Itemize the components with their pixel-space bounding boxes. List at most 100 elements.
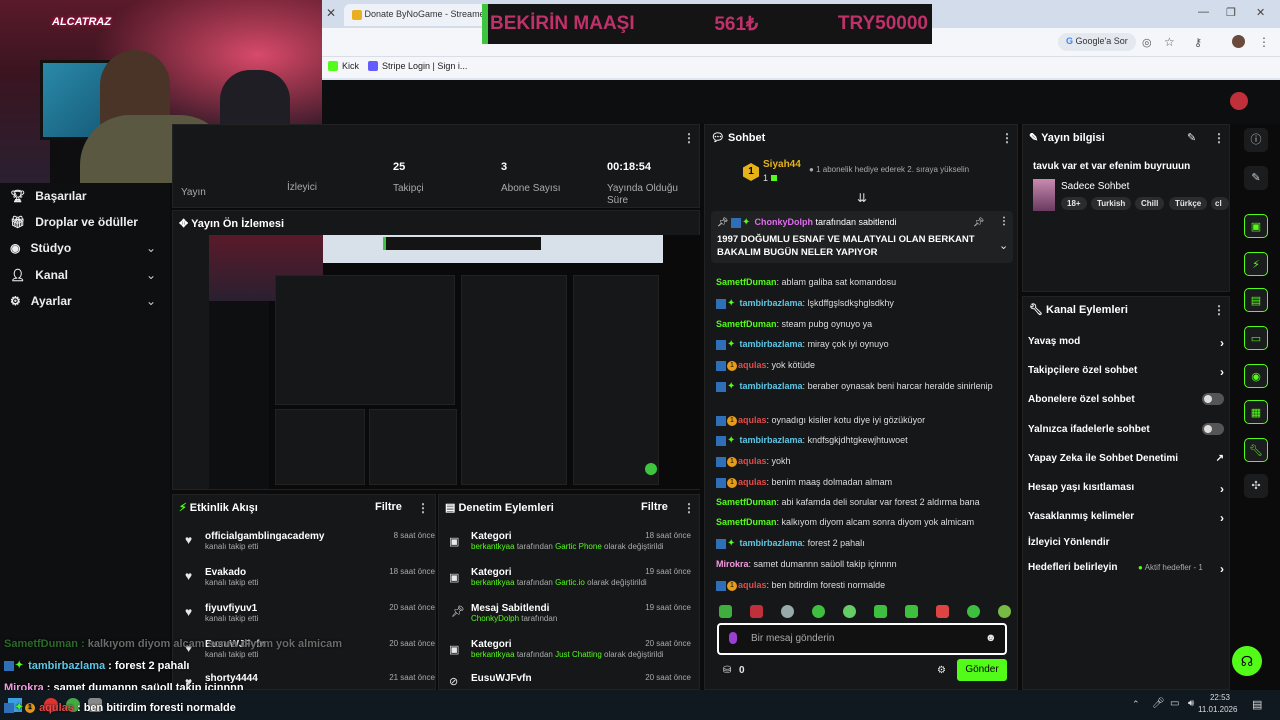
pen-icon[interactable]: ✎ <box>1244 166 1268 190</box>
tray-chevron-icon[interactable]: ⌃ <box>1132 699 1140 710</box>
emote-icon[interactable] <box>812 605 825 618</box>
maximize-icon[interactable]: ❐ <box>1226 6 1236 19</box>
volume-icon[interactable]: 🔊︎ <box>1188 698 1194 709</box>
chat-message[interactable]: 1 aqulas: ben bitirdim foresti normalde <box>716 579 1016 592</box>
chevron-down-icon[interactable]: ⌄ <box>999 239 1008 252</box>
emote-icon[interactable] <box>998 605 1011 618</box>
list-item[interactable]: ▣ Kategori berkantkyaa tarafından Just C… <box>449 639 691 659</box>
chat-message[interactable]: ✦ tambirbazlama: miray çok iyi oynuyo <box>716 338 1016 351</box>
chat-username[interactable]: tambirbazlama <box>740 381 803 391</box>
slow-mode-action[interactable]: Yavaş mod › <box>1028 336 1224 350</box>
list-item[interactable]: ▣ Kategori berkantkyaa tarafından Gartic… <box>449 567 691 587</box>
account-age-action[interactable]: Hesap yaşı kısıtlaması › <box>1028 482 1224 496</box>
chat-message[interactable]: 1 aqulas: yok kötüde <box>716 359 1016 372</box>
chevron-down-icon[interactable]: ⌄ <box>146 241 156 255</box>
chat-username[interactable]: SametfDuman <box>716 517 777 527</box>
moderation-filter-button[interactable]: Filtre <box>641 501 668 513</box>
user-avatar[interactable] <box>1230 92 1248 110</box>
broadcast-icon[interactable]: ◉ <box>1244 364 1268 388</box>
more-icon[interactable]: ⋮ <box>417 501 429 515</box>
chevron-down-icon[interactable]: ⌄ <box>146 294 156 308</box>
network-icon[interactable]: ▭ <box>1170 698 1179 709</box>
emotes-only-toggle[interactable] <box>1202 423 1224 435</box>
more-icon[interactable]: ⋮ <box>683 131 695 145</box>
sidebar-item-channel[interactable]: 👤︎ Kanal <box>10 268 68 282</box>
gifter-name[interactable]: Siyah44 <box>763 159 801 170</box>
chat-message[interactable]: SametfDuman: ablam galiba sat komandosu <box>716 276 1016 289</box>
subscribers-only-toggle[interactable] <box>1202 393 1224 405</box>
pinned-message[interactable]: 📌︎ ✦ ChonkyDolph tarafından sabitlendi 📌… <box>711 211 1013 263</box>
chat-message[interactable]: 1 aqulas: benim maaş dolmadan almam <box>716 476 1016 489</box>
snapshot-icon[interactable]: ▣ <box>1244 214 1268 238</box>
chat-message[interactable]: ✦ tambirbazlama: kndfsgkjdhtgkewjhtuwoet <box>716 434 1016 447</box>
menu-icon[interactable]: ⋮ <box>1258 35 1270 49</box>
more-icon[interactable]: ⋮ <box>683 501 695 515</box>
goals-action[interactable]: Hedefleri belirleyin ● Aktif hedefler - … <box>1028 562 1224 576</box>
chat-input[interactable]: Bir mesaj gönderin ☻ <box>717 623 1007 655</box>
info-icon[interactable]: ⓘ <box>1244 128 1268 152</box>
more-icon[interactable]: ⋮ <box>1213 303 1225 317</box>
points-icon[interactable]: ⛁ <box>723 665 731 676</box>
ai-moderation-action[interactable]: Yapay Zeka ile Sohbet Denetimi ↗ <box>1028 453 1224 464</box>
star-icon[interactable]: ☆ <box>1164 35 1175 49</box>
chat-username[interactable]: tambirbazlama <box>740 538 803 548</box>
emoji-icon[interactable]: ☻ <box>985 632 997 644</box>
chat-message[interactable]: ✦ tambirbazlama: forest 2 pahalı <box>716 537 1016 550</box>
chat-message[interactable]: SametfDuman: kalkıyom diyom alcam sonra … <box>716 516 1016 529</box>
chat-icon[interactable]: ▭ <box>1244 326 1268 350</box>
emote-icon[interactable] <box>967 605 980 618</box>
chat-username[interactable]: aqulas <box>738 415 767 425</box>
minimize-icon[interactable]: — <box>1198 6 1209 18</box>
list-item[interactable]: ♥ fiyuvfiyuv1 kanalı takip etti 20 saat ö… <box>185 603 435 623</box>
support-button[interactable]: ☊ <box>1232 646 1262 676</box>
scroll-down-icon[interactable]: ⇊ <box>857 191 867 205</box>
document-icon[interactable]: ▤ <box>1244 288 1268 312</box>
gear-icon[interactable]: ⚙︎ <box>937 665 946 676</box>
chat-username[interactable]: aqulas <box>738 580 767 590</box>
emote-icon[interactable] <box>905 605 918 618</box>
banned-words-action[interactable]: Yasaklanmış kelimeler › <box>1028 511 1224 525</box>
chat-message[interactable]: SametfDuman: abi kafamda deli sorular va… <box>716 496 1016 509</box>
browser-tab[interactable]: Donate ByNoGame - Streamer <box>344 4 494 26</box>
chat-username[interactable]: SametfDuman <box>716 497 777 507</box>
more-icon[interactable]: ⋮ <box>1001 131 1013 145</box>
chevron-down-icon[interactable]: ⌄ <box>146 268 156 282</box>
send-button[interactable]: Gönder <box>957 659 1007 681</box>
puzzle-icon[interactable]: ✣ <box>1244 474 1268 498</box>
notifications-icon[interactable]: ▤ <box>1252 698 1262 711</box>
emote-icon[interactable] <box>719 605 732 618</box>
raid-action[interactable]: İzleyici Yönlendir <box>1028 537 1224 548</box>
chat-message[interactable]: SametfDuman: steam pubg oynuyo ya <box>716 318 1016 331</box>
category-name[interactable]: Sadece Sohbet <box>1061 181 1129 192</box>
list-item[interactable]: ⊘ EusuWJFvfn 20 saat önce <box>449 673 691 688</box>
edit-icon[interactable]: ✎ <box>1187 131 1196 144</box>
followers-only-action[interactable]: Takipçilere özel sohbet › <box>1028 365 1224 379</box>
key-icon[interactable]: ⚷ <box>1194 36 1202 49</box>
list-item[interactable]: 📌︎ Mesaj Sabitlendi ChonkyDolph tarafınd… <box>449 603 691 623</box>
sidebar-item-drops[interactable]: 🎁︎ Droplar ve ödüller <box>10 215 138 229</box>
chat-message[interactable]: Mirokra: samet dumannn saüoll takip için… <box>716 558 1016 571</box>
google-search-pill[interactable]: G Google'a Sor <box>1058 33 1136 51</box>
chat-username[interactable]: SametfDuman <box>716 277 777 287</box>
window-close-icon[interactable]: ✕ <box>1256 6 1265 19</box>
chat-message[interactable]: 1 aqulas: yokh <box>716 455 1016 468</box>
list-item[interactable]: ▣ Kategori berkantkyaa tarafından Gartic… <box>449 531 691 551</box>
bolt-icon[interactable]: ⚡︎ <box>1244 252 1268 276</box>
sidebar-item-studio[interactable]: ◉ Stüdyo <box>10 241 71 255</box>
emote-icon[interactable] <box>843 605 856 618</box>
emote-icon[interactable] <box>750 605 763 618</box>
chat-username[interactable]: Mirokra <box>716 559 749 569</box>
close-icon[interactable]: ✕ <box>326 6 336 20</box>
unpin-icon[interactable]: 📌︎ <box>973 217 984 228</box>
more-icon[interactable]: ⋮ <box>999 216 1009 227</box>
chat-username[interactable]: tambirbazlama <box>740 298 803 308</box>
preview-video[interactable] <box>209 235 701 489</box>
profile-avatar[interactable] <box>1232 35 1245 48</box>
more-icon[interactable]: ⋮ <box>1213 131 1225 145</box>
chat-message[interactable]: ✦ tambirbazlama: lşkdffgşlsdkşhglsdkhy <box>716 297 1016 310</box>
sidebar-item-settings[interactable]: ⚙︎ Ayarlar <box>10 294 72 308</box>
emote-icon[interactable] <box>781 605 794 618</box>
chat-username[interactable]: aqulas <box>738 360 767 370</box>
wrench-icon[interactable]: 🔧︎ <box>1244 438 1268 462</box>
microphone-icon[interactable] <box>729 632 737 644</box>
